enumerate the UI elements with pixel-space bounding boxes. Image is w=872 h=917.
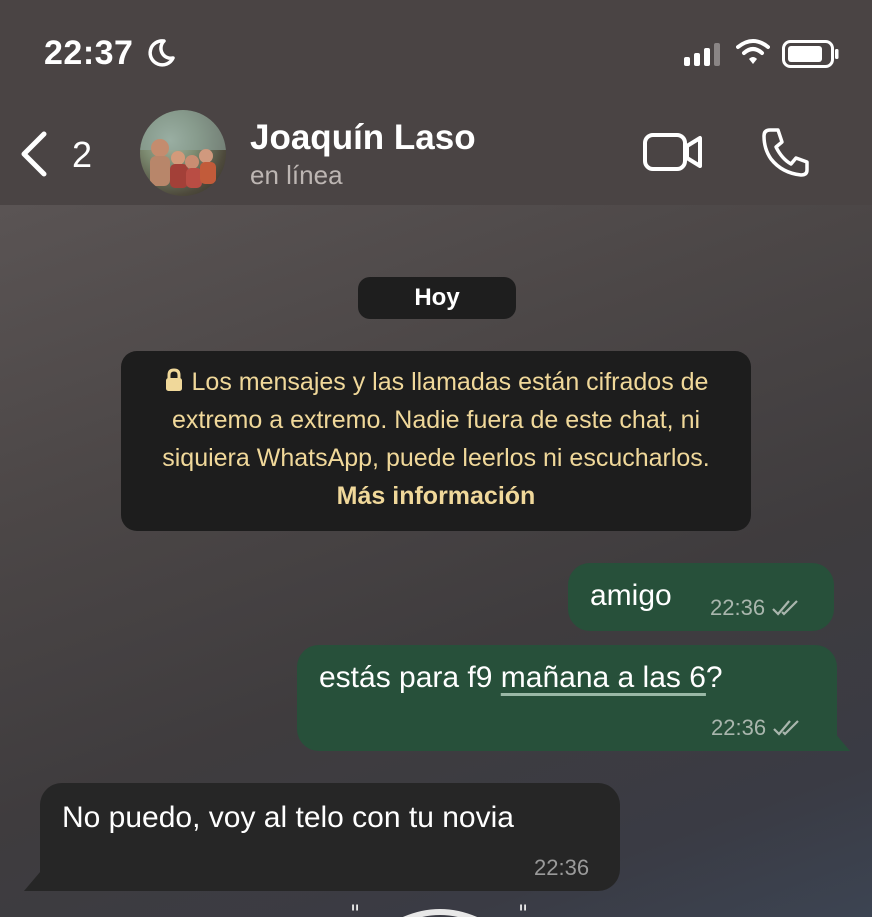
svg-text:": " <box>350 902 360 917</box>
unread-count[interactable]: 2 <box>72 134 92 176</box>
encryption-notice[interactable]: Los mensajes y las llamadas están cifrad… <box>121 351 751 531</box>
bubble-tail <box>24 865 46 891</box>
status-time: 22:37 <box>44 34 134 72</box>
battery-icon <box>782 40 839 68</box>
moon-icon <box>148 39 175 67</box>
message-text: estás para f9 mañana a las 6? <box>319 661 723 694</box>
partial-sticker: " " <box>350 902 528 917</box>
phone-call-icon[interactable] <box>760 126 810 178</box>
message-time: 22:36 <box>710 595 801 621</box>
encryption-notice-text: Los mensajes y las llamadas están cifrad… <box>162 368 710 472</box>
svg-text:": " <box>518 902 528 917</box>
double-check-icon <box>773 720 799 736</box>
lock-icon <box>165 368 182 391</box>
top-bar: 22:37 2 Joaquín Laso en línea <box>0 0 872 205</box>
wifi-icon <box>736 39 770 64</box>
message-text: No puedo, voy al telo con tu novia <box>62 801 514 834</box>
more-info-link[interactable]: Más información <box>337 482 536 510</box>
message-text: amigo <box>590 579 672 612</box>
message-bubble-incoming[interactable]: No puedo, voy al telo con tu novia 22:36 <box>40 783 620 891</box>
chat-area[interactable]: Hoy Los mensajes y las llamadas están ci… <box>0 205 872 917</box>
message-time: 22:36 <box>711 715 802 741</box>
back-chevron-icon[interactable] <box>18 130 52 178</box>
message-bubble-outgoing[interactable]: amigo 22:36 <box>568 563 834 631</box>
double-check-icon <box>772 600 798 616</box>
avatar[interactable] <box>140 110 226 196</box>
video-call-icon[interactable] <box>642 130 704 174</box>
contact-status: en línea <box>250 160 343 190</box>
message-bubble-outgoing[interactable]: estás para f9 mañana a las 6? 22:36 <box>297 645 837 751</box>
bubble-tail <box>828 725 850 751</box>
contact-name[interactable]: Joaquín Laso <box>250 118 476 158</box>
date-separator: Hoy <box>358 277 516 319</box>
date-link[interactable]: mañana a las 6 <box>501 661 706 694</box>
cellular-signal-icon <box>684 42 720 66</box>
message-time: 22:36 <box>534 855 590 880</box>
